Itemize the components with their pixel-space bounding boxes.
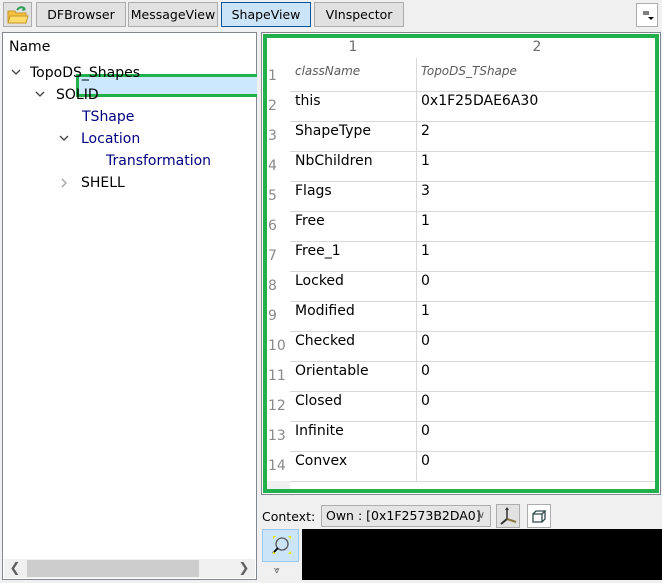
- table-cell-name[interactable]: Free_1: [295, 240, 341, 270]
- chevron-right-icon[interactable]: [58, 172, 70, 194]
- table-cell-name[interactable]: Checked: [295, 330, 355, 360]
- table-cell-value[interactable]: 0: [421, 270, 430, 300]
- table-cell-name[interactable]: Convex: [295, 450, 347, 480]
- more-tools-icon[interactable]: ⩔: [274, 565, 280, 576]
- zoom-fit-icon: [272, 536, 291, 554]
- table-cell-name[interactable]: Flags: [295, 180, 332, 210]
- table-cell-value[interactable]: 1: [421, 210, 430, 240]
- table-cell-name[interactable]: className: [295, 60, 360, 90]
- row-divider: [290, 211, 655, 212]
- scrollbar-thumb[interactable]: [27, 560, 199, 577]
- table-cell-value[interactable]: 2: [421, 120, 430, 150]
- table-cell-value[interactable]: 1: [421, 150, 430, 180]
- axes-trihedron-button[interactable]: [496, 504, 520, 528]
- row-number[interactable]: 1: [268, 68, 290, 84]
- context-label: Context:: [262, 509, 316, 524]
- trihedron-icon: [500, 507, 517, 525]
- row-divider: [290, 481, 655, 482]
- table-cell-value[interactable]: 1: [421, 240, 430, 270]
- tab-shapeview[interactable]: ShapeView: [221, 2, 311, 27]
- chevron-down-icon: ∨: [477, 510, 485, 521]
- table-cell-name[interactable]: Free: [295, 210, 325, 240]
- fit-all-button[interactable]: [262, 529, 299, 562]
- horizontal-scrollbar[interactable]: ❮ ❯: [4, 559, 255, 578]
- chevron-down-icon[interactable]: [34, 84, 46, 106]
- tree-header-name: Name: [9, 39, 51, 55]
- toolbar-menu-button[interactable]: [636, 3, 658, 27]
- context-value: Own : [0x1F2573B2DA0]: [326, 508, 481, 523]
- table-cell-value[interactable]: 0: [421, 330, 430, 360]
- table-cell-name[interactable]: Modified: [295, 300, 355, 330]
- table-cell-value[interactable]: 0: [421, 390, 430, 420]
- table-cell-name[interactable]: Locked: [295, 270, 344, 300]
- cube-icon: [532, 510, 547, 523]
- table-cell-value[interactable]: 0: [421, 420, 430, 450]
- row-number[interactable]: 6: [268, 218, 290, 234]
- scroll-left-icon[interactable]: ❮: [7, 559, 23, 578]
- row-number[interactable]: 13: [268, 428, 290, 444]
- row-number[interactable]: 2: [268, 98, 290, 114]
- row-divider: [290, 181, 655, 182]
- folder-open-icon: [7, 6, 29, 24]
- table-cell-name[interactable]: this: [295, 90, 321, 120]
- table-cell-value[interactable]: 0x1F25DAE6A30: [421, 90, 538, 120]
- row-divider: [290, 391, 655, 392]
- row-number[interactable]: 12: [268, 398, 290, 414]
- column-header-1[interactable]: 1: [290, 39, 416, 59]
- table-corner: [267, 481, 290, 490]
- toolbar: DFBrowser MessageView ShapeView VInspect…: [0, 0, 662, 30]
- row-divider: [290, 271, 655, 272]
- table-cell-value[interactable]: 3: [421, 180, 430, 210]
- row-header: [267, 60, 290, 490]
- context-combobox[interactable]: Own : [0x1F2573B2DA0] ∨: [321, 505, 491, 527]
- table-cell-value[interactable]: TopoDS_TShape: [421, 60, 517, 90]
- view-box-button[interactable]: [527, 504, 551, 528]
- tab-dfbrowser[interactable]: DFBrowser: [36, 2, 126, 27]
- table-cell-value[interactable]: 0: [421, 450, 430, 480]
- table-cell-name[interactable]: Closed: [295, 390, 342, 420]
- row-number[interactable]: 3: [268, 128, 290, 144]
- row-number[interactable]: 10: [268, 338, 290, 354]
- row-number[interactable]: 11: [268, 368, 290, 384]
- chevron-down-icon[interactable]: [10, 62, 22, 84]
- table-cell-value[interactable]: 0: [421, 360, 430, 390]
- row-divider: [290, 241, 655, 242]
- open-file-button[interactable]: [3, 2, 32, 27]
- dropdown-menu-icon: [643, 11, 654, 20]
- column-header-2[interactable]: 2: [417, 39, 657, 59]
- table-cell-name[interactable]: ShapeType: [295, 120, 371, 150]
- tab-vinspector[interactable]: VInspector: [314, 2, 404, 27]
- row-number[interactable]: 7: [268, 248, 290, 264]
- 3d-viewer[interactable]: [302, 529, 662, 580]
- row-number[interactable]: 4: [268, 158, 290, 174]
- row-number[interactable]: 9: [268, 308, 290, 324]
- tab-messageview[interactable]: MessageView: [128, 2, 218, 27]
- table-cell-name[interactable]: Orientable: [295, 360, 369, 390]
- row-number[interactable]: 8: [268, 278, 290, 294]
- table-cell-name[interactable]: NbChildren: [295, 150, 373, 180]
- scroll-right-icon[interactable]: ❯: [236, 559, 252, 578]
- row-number[interactable]: 14: [268, 458, 290, 474]
- table-cell-name[interactable]: Infinite: [295, 420, 344, 450]
- chevron-down-icon[interactable]: [58, 128, 70, 150]
- row-number[interactable]: 5: [268, 188, 290, 204]
- row-divider: [290, 421, 655, 422]
- table-cell-value[interactable]: 1: [421, 300, 430, 330]
